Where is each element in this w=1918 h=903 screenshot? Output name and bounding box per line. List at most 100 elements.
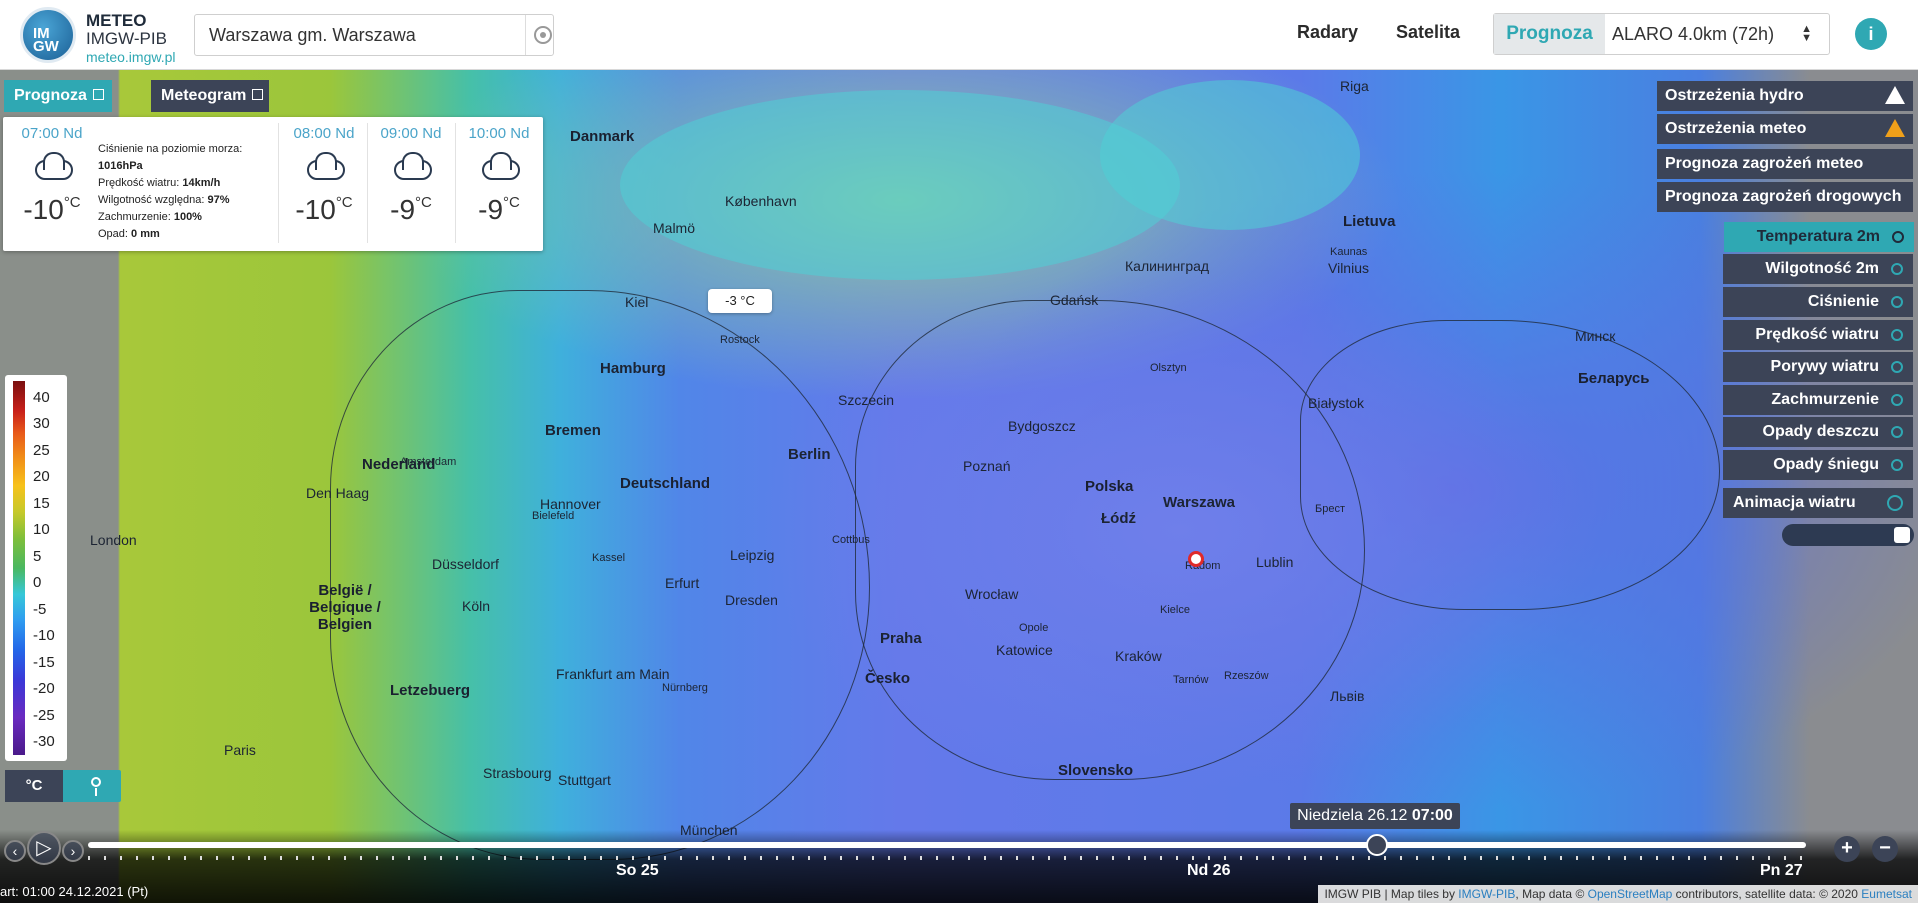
info-button[interactable]: i bbox=[1855, 18, 1887, 50]
cloud-icon bbox=[31, 150, 73, 180]
wind-icon bbox=[1891, 361, 1903, 373]
warning-label: Prognoza zagrożeń drogowych bbox=[1665, 188, 1902, 205]
zoom-out-button[interactable]: − bbox=[1872, 836, 1898, 862]
city-label: Olsztyn bbox=[1150, 362, 1187, 374]
warnings-hydro-button[interactable]: Ostrzeżenia hydro bbox=[1657, 81, 1913, 111]
layer-pressure[interactable]: Ciśnienie bbox=[1723, 287, 1913, 317]
layer-label: Opady śniegu bbox=[1773, 456, 1879, 473]
zoom-in-button[interactable]: + bbox=[1834, 836, 1860, 862]
country-label: Беларусь bbox=[1578, 370, 1650, 387]
city-label: Stuttgart bbox=[558, 772, 611, 788]
city-label: Malmö bbox=[653, 220, 696, 236]
city-label: Den Haag bbox=[306, 485, 370, 501]
gulf-of-riga bbox=[1100, 80, 1360, 230]
city-label: Lublin bbox=[1256, 554, 1294, 570]
warning-label: Ostrzeżenia hydro bbox=[1665, 87, 1804, 104]
city-label: Erfurt bbox=[665, 575, 700, 591]
locate-me-icon[interactable] bbox=[534, 26, 552, 44]
legend-color-bar bbox=[13, 381, 25, 755]
unit-toggle-button[interactable]: °C bbox=[5, 770, 63, 802]
brand[interactable]: METEO IMGW-PIB meteo.imgw.pl bbox=[86, 12, 175, 66]
pin-icon[interactable] bbox=[91, 777, 101, 796]
city-label: Łódź bbox=[1101, 510, 1136, 527]
timeline-thumb[interactable] bbox=[1365, 834, 1388, 856]
legend-controls: °C bbox=[5, 770, 121, 802]
timeline-tooltip: Niedziela 26.12 07:00 bbox=[1290, 803, 1460, 829]
timeline-day-label: So 25 bbox=[616, 862, 659, 879]
city-label: Köln bbox=[462, 598, 491, 614]
temp-unit: °C bbox=[503, 194, 520, 211]
country-label: België / Belgique / Belgien bbox=[309, 582, 381, 633]
layer-humidity[interactable]: Wilgotność 2m bbox=[1723, 254, 1913, 284]
forecast-hour[interactable]: 09:00 Nd -9°C bbox=[376, 125, 446, 226]
imgw-logo[interactable]: IM GW bbox=[20, 7, 76, 63]
forecast-hour[interactable]: 10:00 Nd -9°C bbox=[464, 125, 534, 226]
city-label: Gdańsk bbox=[1050, 292, 1099, 308]
country-label: Letzebuerg bbox=[390, 682, 471, 699]
nav-prognoza[interactable]: Prognoza bbox=[1494, 14, 1605, 54]
layer-snow[interactable]: Opady śniegu bbox=[1723, 450, 1913, 480]
city-label: Kaunas bbox=[1330, 246, 1368, 258]
selected-location-marker[interactable] bbox=[1188, 551, 1204, 567]
layer-label: Wilgotność 2m bbox=[1765, 260, 1879, 277]
nav-radary[interactable]: Radary bbox=[1297, 22, 1358, 43]
wind-animation-toggle[interactable] bbox=[1782, 524, 1914, 546]
forecast-start-label: art: 01:00 24.12.2021 (Pt) bbox=[0, 884, 149, 899]
city-label: Kraków bbox=[1115, 648, 1162, 664]
attrib-link-eumetsat[interactable]: Eumetsat bbox=[1861, 887, 1912, 901]
country-label: Danmark bbox=[570, 128, 635, 145]
model-select[interactable]: ALARO 4.0km (72h) ▲ ▼ bbox=[1612, 14, 1822, 54]
compass-icon bbox=[1887, 495, 1903, 511]
legend-label: -25 bbox=[33, 707, 55, 724]
humidity-value: 97% bbox=[207, 194, 230, 206]
play-button[interactable]: ▷ bbox=[27, 831, 61, 865]
legend-label: 40 bbox=[33, 389, 50, 406]
legend-label: 5 bbox=[33, 548, 42, 565]
country-label: Polska bbox=[1085, 478, 1134, 495]
map-temperature-tooltip: -3 °C bbox=[708, 289, 772, 313]
warnings-meteo-button[interactable]: Ostrzeżenia meteo bbox=[1657, 114, 1913, 144]
city-label: Минск bbox=[1575, 328, 1616, 344]
attrib-link-imgw[interactable]: IMGW-PIB bbox=[1458, 887, 1515, 901]
legend-label: 20 bbox=[33, 468, 50, 485]
city-label: Vilnius bbox=[1328, 260, 1369, 276]
step-forward-button[interactable]: › bbox=[62, 840, 84, 862]
attrib-link-osm[interactable]: OpenStreetMap bbox=[1588, 887, 1673, 901]
tab-meteogram[interactable]: Meteogram bbox=[151, 80, 269, 112]
location-search-input[interactable] bbox=[195, 15, 525, 55]
warning-label: Prognoza zagrożeń meteo bbox=[1665, 155, 1864, 172]
layer-cloudiness[interactable]: Zachmurzenie bbox=[1723, 385, 1913, 415]
temp-unit: °C bbox=[63, 194, 81, 211]
humidity-label: Wilgotność względna: bbox=[98, 194, 205, 206]
forecast-hour[interactable]: 08:00 Nd -10°C bbox=[289, 125, 359, 226]
timeline-day-label: Nd 26 bbox=[1187, 862, 1231, 879]
timeline-track[interactable] bbox=[88, 842, 1806, 848]
city-label: Szczecin bbox=[838, 392, 895, 408]
city-label: Riga bbox=[1340, 78, 1369, 94]
step-back-button[interactable]: ‹ bbox=[4, 840, 26, 862]
timeline-day-label: Pn 27 bbox=[1760, 862, 1803, 879]
city-label: Praha bbox=[880, 630, 922, 647]
road-hazard-forecast-button[interactable]: Prognoza zagrożeń drogowych bbox=[1657, 182, 1913, 212]
wind-animation-button[interactable]: Animacja wiatru bbox=[1723, 488, 1913, 518]
layer-label: Prędkość wiatru bbox=[1755, 326, 1879, 343]
country-label: Česko bbox=[865, 670, 911, 687]
legend-label: 0 bbox=[33, 574, 42, 591]
city-label: Białystok bbox=[1308, 395, 1365, 411]
forecast-time: 07:00 Nd bbox=[21, 125, 83, 142]
tab-prognoza[interactable]: Prognoza bbox=[4, 80, 112, 112]
collapse-icon bbox=[92, 89, 104, 100]
warning-label: Ostrzeżenia meteo bbox=[1665, 120, 1807, 137]
nav-satelita[interactable]: Satelita bbox=[1396, 22, 1460, 43]
meteo-hazard-forecast-button[interactable]: Prognoza zagrożeń meteo bbox=[1657, 149, 1913, 179]
layer-wind-gusts[interactable]: Porywy wiatru bbox=[1723, 352, 1913, 382]
wind-value: 14km/h bbox=[182, 177, 221, 189]
warning-triangle-icon bbox=[1885, 119, 1905, 137]
precip-value: 0 mm bbox=[131, 228, 160, 240]
brand-subtitle: IMGW-PIB bbox=[86, 29, 167, 48]
city-label: Bielefeld bbox=[532, 510, 575, 522]
layer-rain[interactable]: Opady deszczu bbox=[1723, 417, 1913, 447]
city-label: Düsseldorf bbox=[432, 556, 499, 572]
layer-wind-speed[interactable]: Prędkość wiatru bbox=[1723, 320, 1913, 350]
layer-temperature[interactable]: Temperatura 2m bbox=[1724, 222, 1914, 252]
